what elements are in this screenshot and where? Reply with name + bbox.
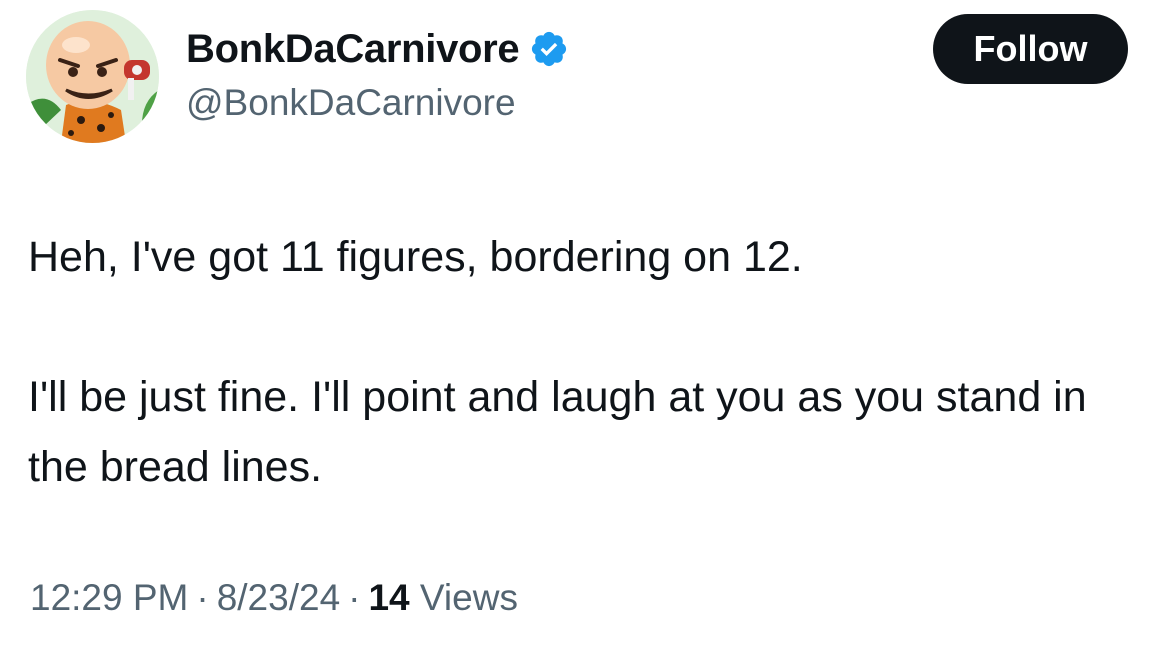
meta-separator: · <box>348 577 361 618</box>
tweet-paragraph: I'll be just fine. I'll point and laugh … <box>28 373 1087 491</box>
views-label[interactable]: Views <box>420 577 518 618</box>
tweet-paragraph: Heh, I've got 11 figures, bordering on 1… <box>28 233 803 281</box>
verified-badge-icon[interactable] <box>529 29 569 69</box>
views-count[interactable]: 14 <box>368 577 409 618</box>
tweet-time[interactable]: 12:29 PM <box>30 577 188 618</box>
author-name-row[interactable]: BonkDaCarnivore <box>186 25 569 73</box>
tweet-text: Heh, I've got 11 figures, bordering on 1… <box>28 222 1118 502</box>
author-display-name[interactable]: BonkDaCarnivore <box>186 25 520 73</box>
follow-button[interactable]: Follow <box>933 14 1128 84</box>
tweet-date[interactable]: 8/23/24 <box>217 577 340 618</box>
meta-separator: · <box>196 577 209 618</box>
caveman-avatar-image <box>26 10 159 143</box>
author-handle[interactable]: @BonkDaCarnivore <box>186 80 516 126</box>
tweet-meta: 12:29 PM · 8/23/24 · 14 Views <box>30 574 518 622</box>
avatar[interactable] <box>26 10 159 143</box>
